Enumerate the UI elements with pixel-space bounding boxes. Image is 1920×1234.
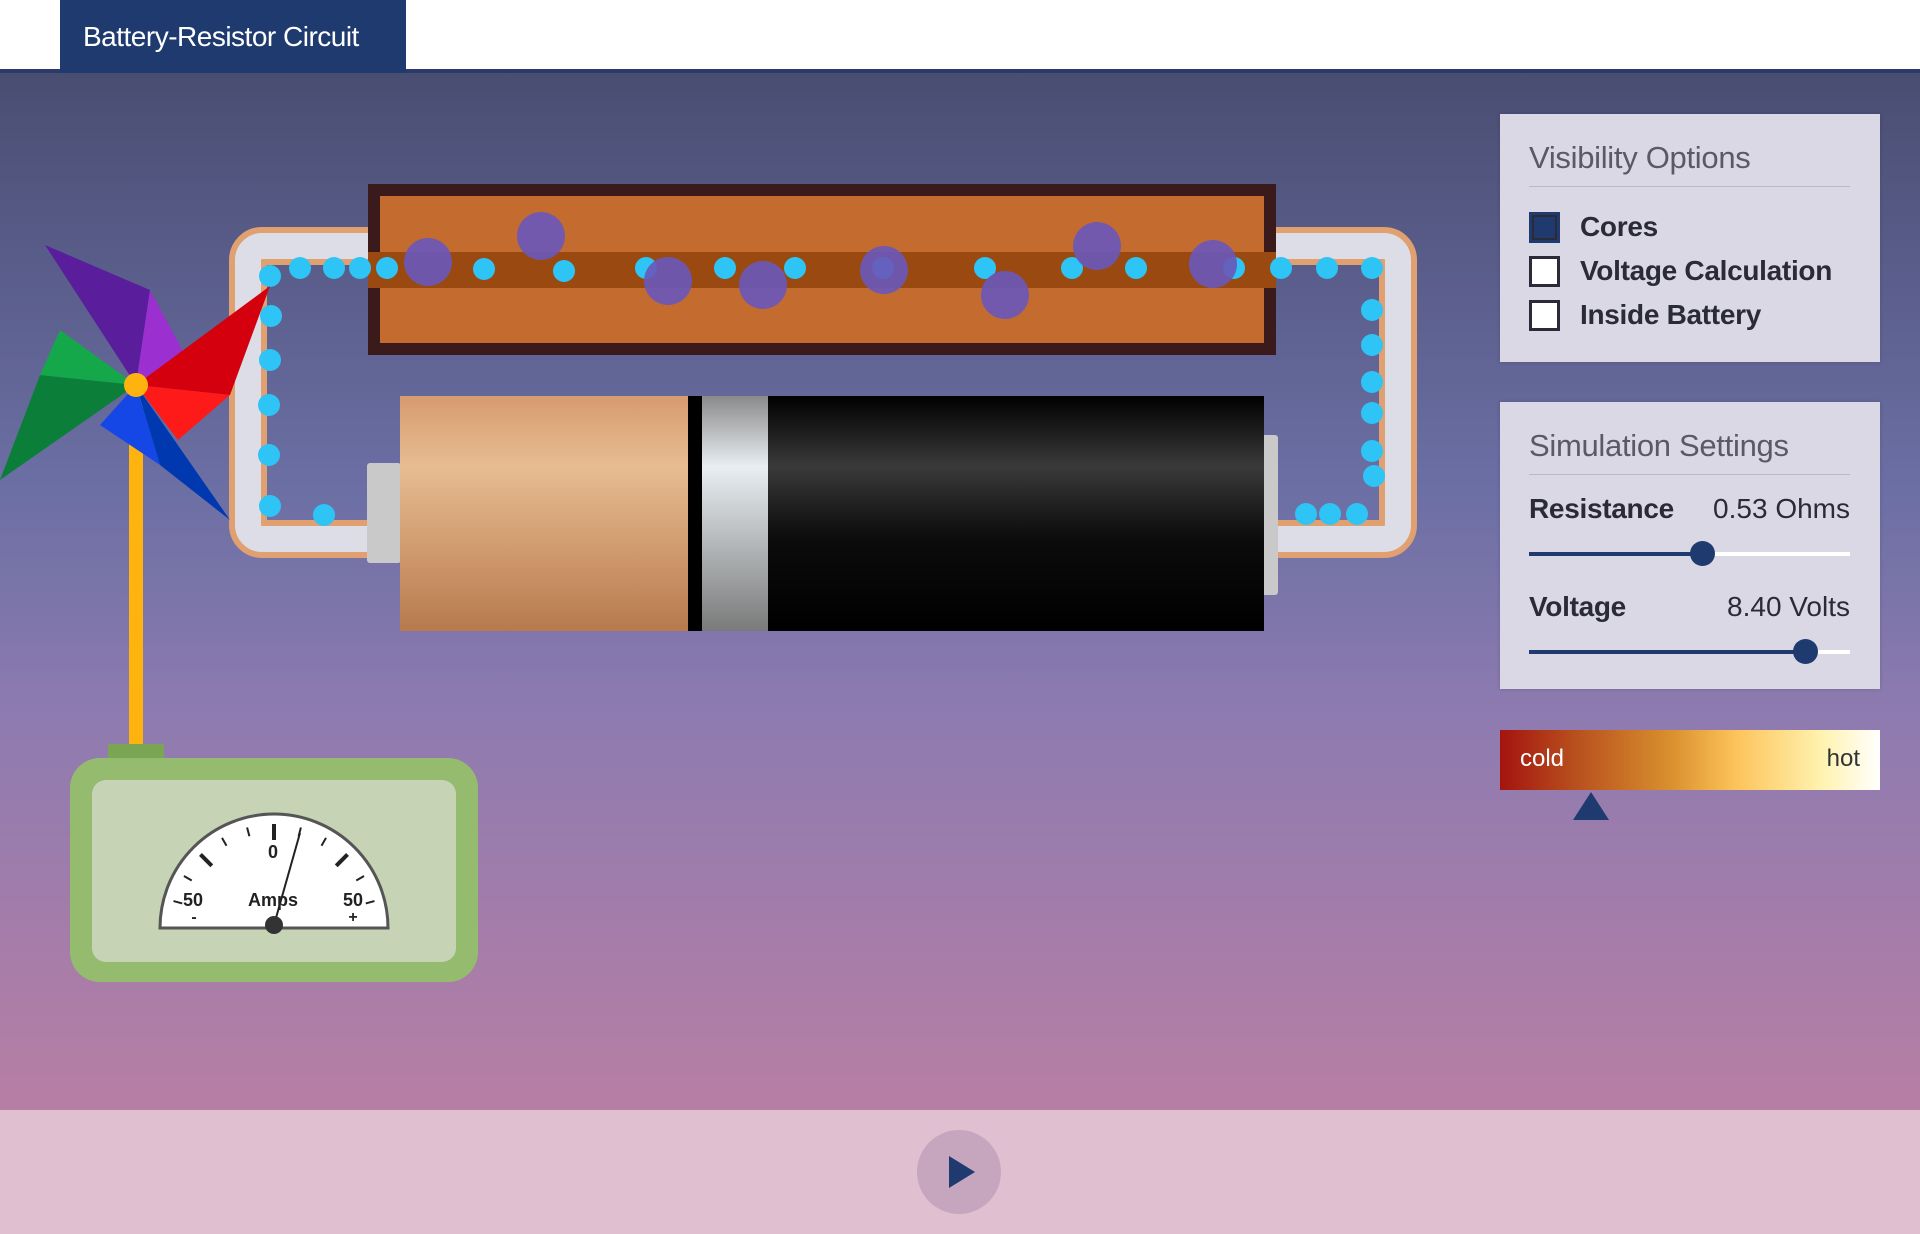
electron [553,260,575,282]
ion-core [644,257,692,305]
control-bar [0,1110,1920,1234]
electron [1295,503,1317,525]
checkbox-cores-label: Cores [1580,211,1658,242]
visibility-options-title: Visibility Options [1529,140,1850,187]
play-icon [949,1156,975,1188]
ammeter-plus-label: + [348,909,357,926]
ion-core [860,246,908,294]
electron [1316,257,1338,279]
electron [1125,257,1147,279]
electron [1361,402,1383,424]
electron [258,394,280,416]
electron [289,257,311,279]
ammeter-minus-label: - [191,909,196,926]
tab-battery-resistor-circuit[interactable]: Battery-Resistor Circuit [60,0,406,73]
ion-core [1073,222,1121,270]
simulation-settings-panel: Simulation Settings Resistance 0.53 Ohms… [1500,402,1880,689]
checkbox-voltage-calculation[interactable]: Voltage Calculation [1529,249,1850,293]
electron [349,257,371,279]
voltage-slider-thumb[interactable] [1793,639,1819,664]
ammeter-zero-label: 0 [268,842,278,862]
simulation-stage: 0 50 50 - + Amps Visibility Options Core… [0,73,1920,1110]
electron [1361,334,1383,356]
simulation-settings-title: Simulation Settings [1529,428,1850,475]
visibility-options-panel: Visibility Options Cores Voltage Calcula… [1500,114,1880,362]
ion-core [739,261,787,309]
ion-core [404,238,452,286]
resistance-label: Resistance [1529,493,1674,524]
electron [714,257,736,279]
resistance-value: 0.53 Ohms [1713,493,1850,524]
ion-core [981,271,1029,319]
voltage-slider[interactable] [1529,639,1850,664]
voltage-slider-fill [1529,650,1806,654]
ammeter-left-label: 50 [183,890,203,910]
voltage-label: Voltage [1529,591,1626,622]
electron [258,444,280,466]
ammeter: 0 50 50 - + Amps [70,744,478,982]
electron [784,257,806,279]
checkbox-inside-battery-box[interactable] [1529,299,1560,331]
voltage-value: 8.40 Volts [1727,591,1850,622]
ion-core [517,212,565,260]
electron [1361,299,1383,321]
checkbox-cores[interactable]: Cores [1529,205,1850,249]
electron [376,257,398,279]
electron [323,257,345,279]
electron [1270,257,1292,279]
temperature-hot-label: hot [1826,745,1860,772]
electron [1363,465,1385,487]
electron [1361,371,1383,393]
electron [1346,503,1368,525]
play-button[interactable] [917,1130,1001,1214]
ammeter-unit-label: Amps [248,890,298,910]
checkbox-voltage-calculation-box[interactable] [1529,255,1560,287]
electron [313,504,335,526]
temperature-pointer [1573,792,1610,820]
temperature-bar: cold hot [1500,730,1880,790]
electron [1319,503,1341,525]
checkbox-inside-battery[interactable]: Inside Battery [1529,293,1850,337]
electron [1361,440,1383,462]
resistance-slider-fill [1529,552,1703,556]
battery [367,396,1278,631]
electron [473,258,495,280]
checkbox-voltage-calculation-label: Voltage Calculation [1580,255,1833,286]
checkbox-cores-box[interactable] [1529,211,1560,243]
electron [260,305,282,327]
electron [259,265,281,287]
ion-core [1189,240,1237,288]
resistance-slider-thumb[interactable] [1690,541,1716,566]
temperature-cold-label: cold [1520,745,1565,772]
electron [1361,257,1383,279]
top-bar: Battery-Resistor Circuit [0,0,1920,73]
checkbox-inside-battery-label: Inside Battery [1580,299,1761,330]
ammeter-right-label: 50 [343,890,363,910]
resistance-slider[interactable] [1529,541,1850,566]
electron [259,495,281,517]
electron [259,349,281,371]
